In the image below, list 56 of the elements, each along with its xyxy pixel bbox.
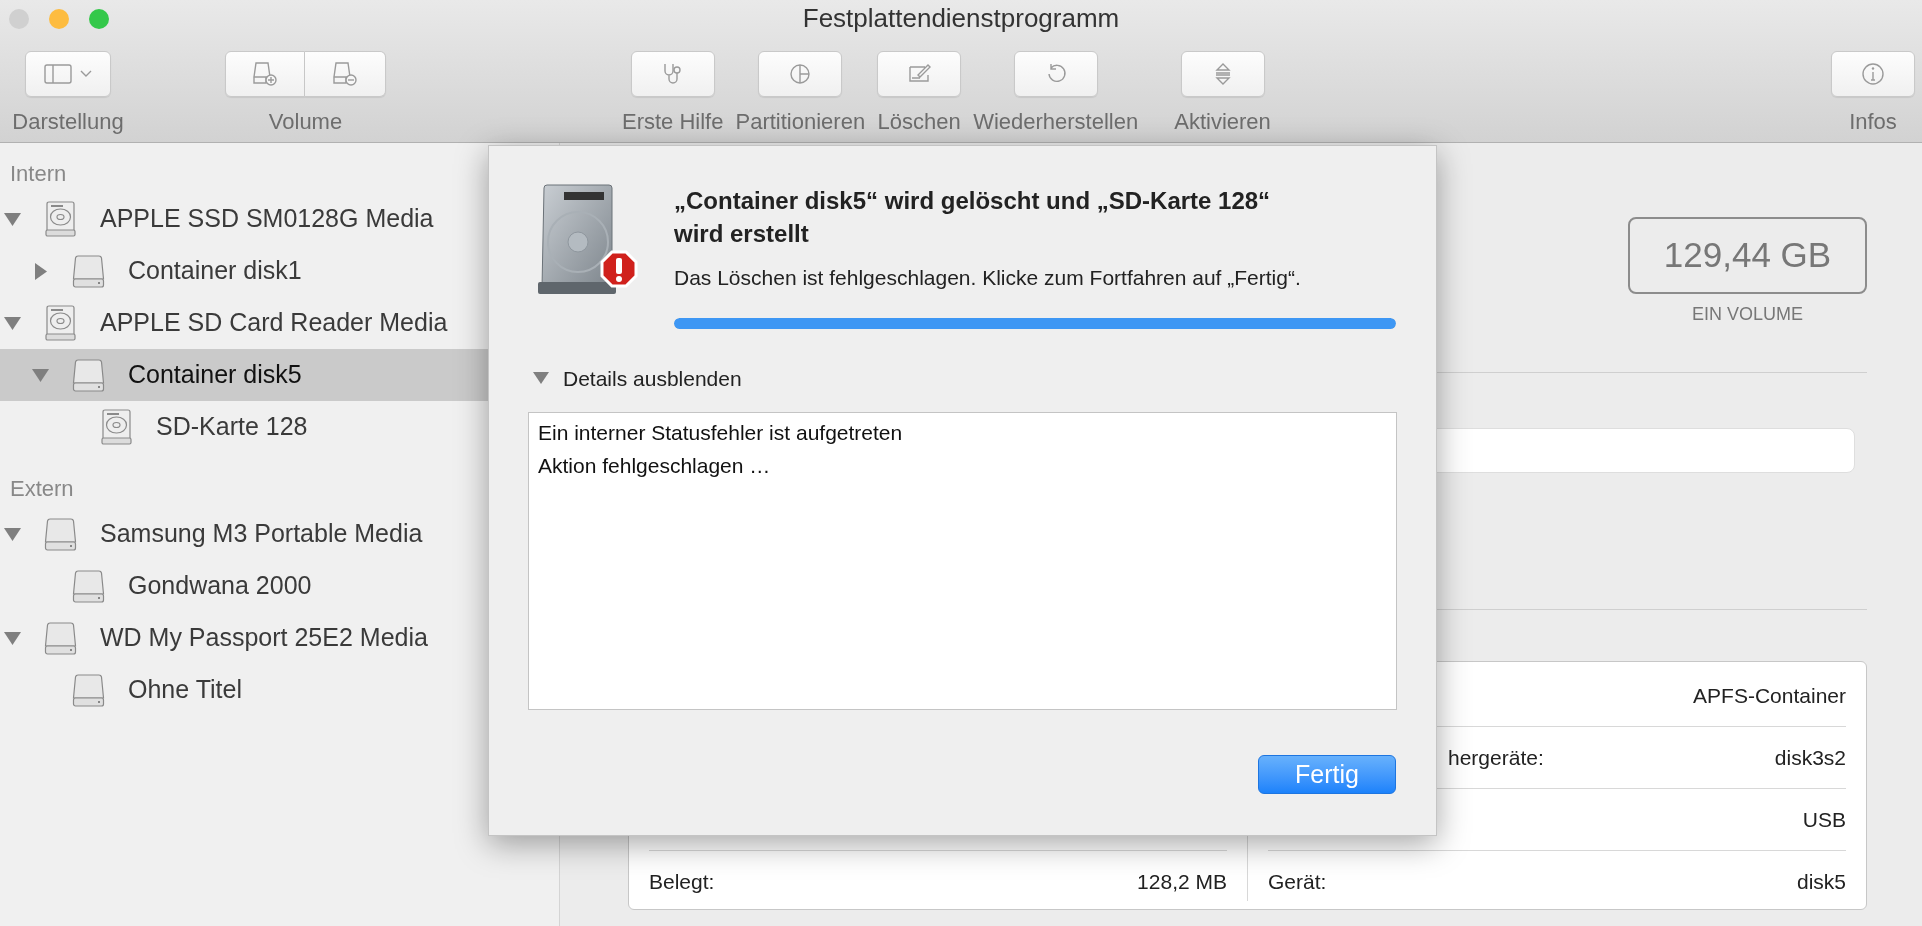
toolbar-label: Aktivieren (1174, 108, 1271, 136)
toolbar-button[interactable] (877, 51, 962, 97)
window-control[interactable] (89, 8, 109, 29)
toolbar-label: Wiederherstellen (973, 108, 1139, 136)
toolbar-label: Partitionieren (735, 108, 866, 136)
info-label: hergeräte: (1448, 744, 1544, 771)
remove-volume-icon (331, 60, 359, 88)
disclosure-triangle-icon[interactable] (4, 210, 21, 228)
disclosure-triangle-icon[interactable] (4, 629, 21, 647)
add-volume-button[interactable] (225, 51, 305, 97)
drive-icon (72, 253, 105, 289)
info-value: 128,2 MB (1137, 869, 1227, 896)
window-control[interactable] (9, 8, 29, 29)
toolbar-label: Infos (1849, 108, 1897, 136)
log-line: Ein interner Statusfehler ist aufgetreten (538, 420, 904, 446)
drive-icon (72, 357, 105, 393)
drive-icon (44, 516, 77, 552)
alert-message: Das Löschen ist fehlgeschlagen. Klicke zum Fortfahren auf „Fertig“. (674, 265, 1302, 291)
info-value: disk5 (1796, 869, 1846, 896)
drive-icon (72, 672, 105, 708)
log-line: Aktion fehlgeschlagen … (538, 453, 772, 479)
info-label: Gerät: (1268, 869, 1327, 896)
toolbar-label: Erste Hilfe (622, 108, 724, 136)
disclosure-triangle-icon[interactable] (4, 314, 21, 332)
toolbar-button[interactable] (1831, 51, 1915, 97)
info-value: APFS-Container (1693, 682, 1846, 709)
remove-volume-button[interactable] (305, 51, 386, 97)
capacity-caption: EIN VOLUME (1691, 303, 1804, 326)
info-label: Belegt: (649, 869, 715, 896)
toolbar-button[interactable] (630, 51, 715, 97)
alert-title: „Container disk5“ wird gelöscht und „SD-Karte 128“ wird erstellt (674, 186, 1272, 249)
toolbar-button[interactable] (1180, 51, 1265, 97)
window-control[interactable] (49, 8, 69, 29)
toolbar-label: Löschen (877, 108, 961, 136)
drive-icon (44, 620, 77, 656)
disclosure-triangle-icon[interactable] (32, 262, 49, 280)
hard-disk-icon (100, 409, 133, 445)
capacity-box: 129,44 GB (1628, 217, 1867, 294)
hard-disk-icon (44, 305, 77, 341)
disclosure-triangle-icon[interactable] (32, 366, 49, 384)
toolbar-label: Darstellung (12, 108, 124, 136)
info-value: disk3s2 (1774, 744, 1846, 771)
toolbar-button[interactable] (25, 51, 111, 97)
toolbar-button[interactable] (1013, 51, 1098, 97)
drive-icon (72, 568, 105, 604)
toolbar-button[interactable] (758, 51, 843, 97)
sidebar-section-title: Intern (9, 163, 68, 185)
info-value: USB (1802, 806, 1846, 833)
sidebar-icon (43, 62, 93, 86)
add-volume-icon (251, 60, 279, 88)
window-title: Festplattendienstprogramm (802, 1, 1120, 35)
toolbar-label: Volume (268, 108, 343, 136)
hard-disk-icon (44, 201, 77, 237)
sidebar-section-title: Extern (9, 478, 75, 500)
disclosure-triangle-icon[interactable] (4, 525, 21, 543)
info-icon (1860, 61, 1886, 87)
